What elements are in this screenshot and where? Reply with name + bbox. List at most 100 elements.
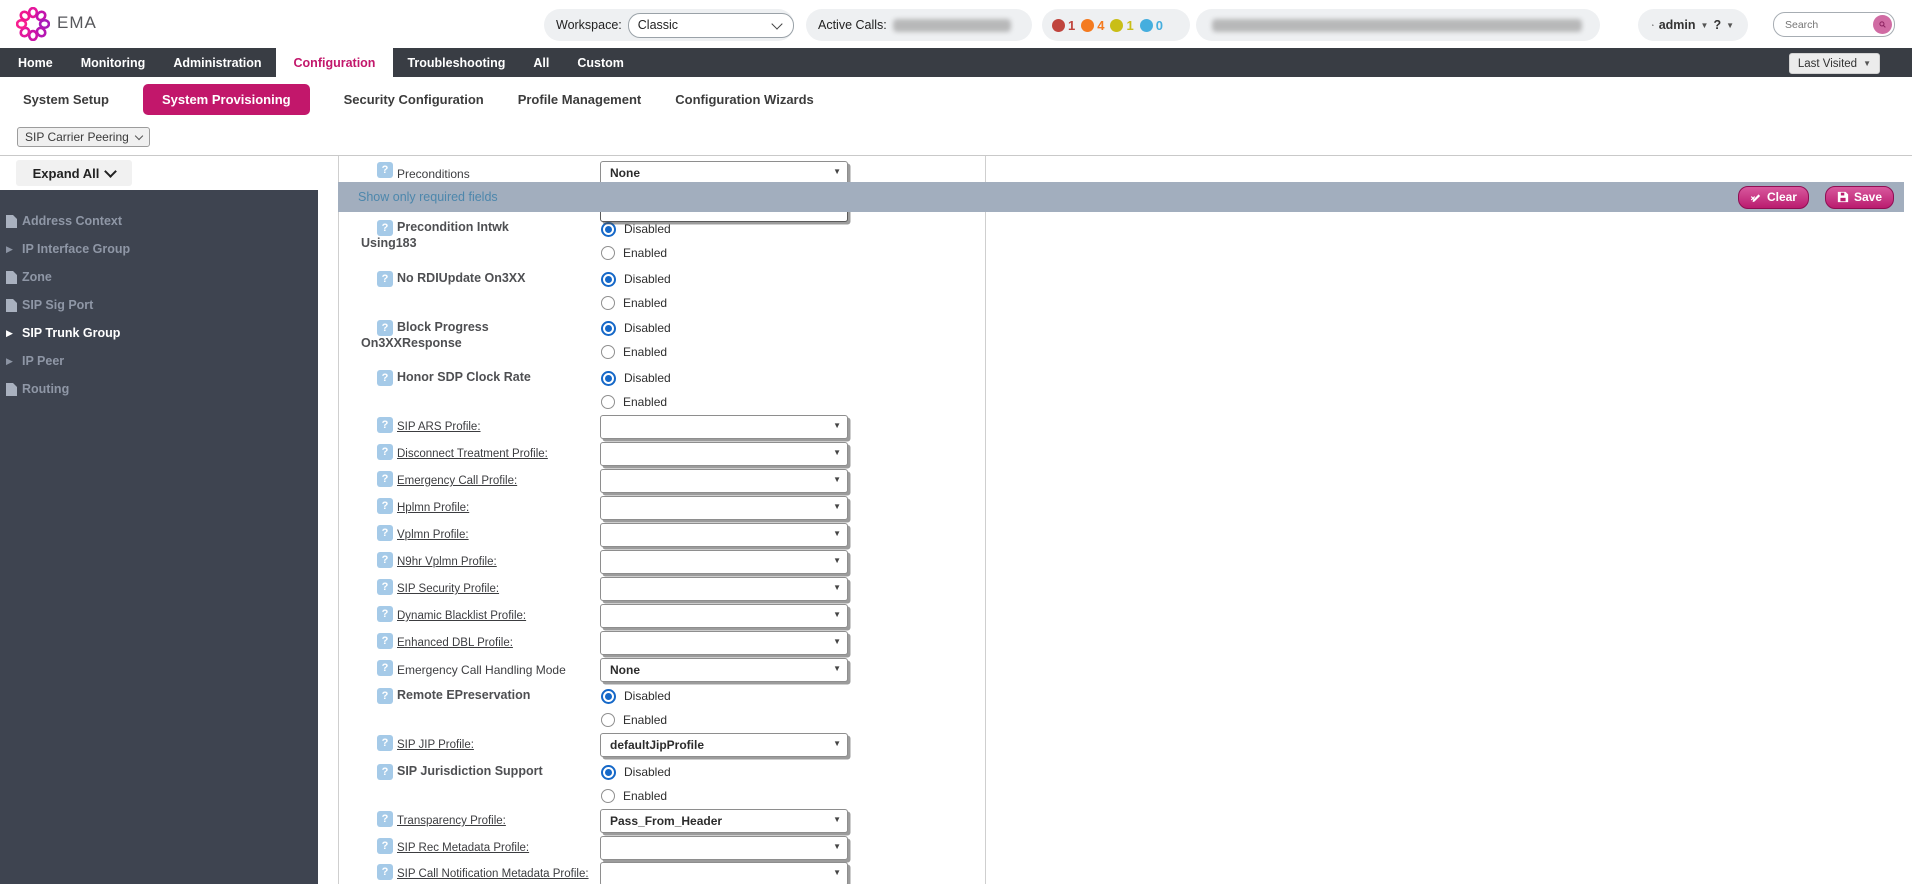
chevron-right-icon[interactable]: ▶ — [6, 356, 17, 367]
dropdown-caret-icon: ▼ — [833, 810, 841, 830]
transparency-profile-dropdown[interactable]: Pass_From_Header▼ — [600, 809, 848, 833]
sip-ars-profile-dropdown[interactable]: ▼ — [600, 415, 848, 439]
form-row-sip-security-profile: ? SIP Security Profile: ▼ — [338, 577, 985, 604]
field-label-link[interactable]: SIP Security Profile: — [361, 581, 599, 597]
search-box — [1773, 12, 1895, 37]
radio-option-enabled[interactable]: Enabled — [601, 295, 667, 311]
radio-option-enabled[interactable]: Enabled — [601, 344, 667, 360]
save-button[interactable]: Save — [1825, 186, 1894, 209]
nav-item-all[interactable]: All — [519, 48, 563, 77]
radio-unselected-icon[interactable] — [601, 296, 615, 310]
chevron-right-icon[interactable]: ▶ — [6, 244, 17, 255]
field-label-link[interactable]: Dynamic Blacklist Profile: — [361, 608, 599, 624]
field-label-link[interactable]: SIP ARS Profile: — [361, 419, 599, 435]
tab-system-provisioning[interactable]: System Provisioning — [143, 84, 310, 115]
last-visited-button[interactable]: Last Visited ▼ — [1789, 53, 1880, 74]
radio-selected-icon[interactable] — [601, 689, 616, 704]
nav-item-configuration[interactable]: Configuration — [276, 48, 394, 77]
field-label-link[interactable]: SIP JIP Profile: — [361, 737, 599, 753]
field-label-link[interactable]: Hplmn Profile: — [361, 500, 599, 516]
tab-configuration-wizards[interactable]: Configuration Wizards — [675, 92, 814, 107]
field-label-link[interactable]: SIP Rec Metadata Profile: — [361, 840, 599, 856]
user-icon — [1652, 18, 1654, 32]
field-label-link[interactable]: N9hr Vplmn Profile: — [361, 554, 599, 570]
radio-option-enabled[interactable]: Enabled — [601, 245, 667, 261]
chevron-down-icon — [135, 132, 143, 140]
hplmn-profile-dropdown[interactable]: ▼ — [600, 496, 848, 520]
field-label: Preconditions — [361, 166, 599, 182]
sidebar-item-routing[interactable]: Routing — [0, 375, 318, 403]
radio-selected-icon[interactable] — [601, 765, 616, 780]
emergency-call-handling-mode-dropdown[interactable]: None▼ — [600, 658, 848, 682]
content-top-divider — [0, 155, 1912, 156]
n9hr-vplmn-profile-dropdown[interactable]: ▼ — [600, 550, 848, 574]
chevron-right-icon[interactable]: ▶ — [6, 328, 17, 339]
file-icon — [6, 215, 17, 228]
user-menu[interactable]: admin ▼ ? ▼ — [1638, 9, 1748, 41]
search-button[interactable] — [1873, 15, 1892, 34]
sidebar-item-sip-sig-port[interactable]: SIP Sig Port — [0, 291, 318, 319]
sidebar-item-zone[interactable]: Zone — [0, 263, 318, 291]
field-label-link[interactable]: Emergency Call Profile: — [361, 473, 599, 489]
nav-item-monitoring[interactable]: Monitoring — [67, 48, 160, 77]
sidebar-item-ip-interface-group[interactable]: ▶ IP Interface Group — [0, 235, 318, 263]
radio-option-disabled[interactable]: Disabled — [601, 370, 671, 386]
field-label-link[interactable]: Transparency Profile: — [361, 813, 599, 829]
radio-unselected-icon[interactable] — [601, 395, 615, 409]
radio-option-disabled[interactable]: Disabled — [601, 320, 671, 336]
sidebar-item-address-context[interactable]: Address Context — [0, 207, 318, 235]
radio-unselected-icon[interactable] — [601, 789, 615, 803]
tab-security-configuration[interactable]: Security Configuration — [344, 92, 484, 107]
field-label-link[interactable]: Disconnect Treatment Profile: — [361, 446, 599, 462]
dropdown-caret-icon: ▼ — [833, 416, 841, 436]
dynamic-blacklist-profile-dropdown[interactable]: ▼ — [600, 604, 848, 628]
radio-option-disabled[interactable]: Disabled — [601, 764, 671, 780]
nav-item-custom[interactable]: Custom — [563, 48, 638, 77]
radio-option-disabled[interactable]: Disabled — [601, 271, 671, 287]
vplmn-profile-dropdown[interactable]: ▼ — [600, 523, 848, 547]
radio-selected-icon[interactable] — [601, 321, 616, 336]
sidebar-item-ip-peer[interactable]: ▶ IP Peer — [0, 347, 318, 375]
radio-option-disabled[interactable]: Disabled — [601, 688, 671, 704]
sip-rec-metadata-profile-dropdown[interactable]: ▼ — [600, 836, 848, 860]
tab-profile-management[interactable]: Profile Management — [518, 92, 642, 107]
enhanced-dbl-profile-dropdown[interactable]: ▼ — [600, 631, 848, 655]
radio-unselected-icon[interactable] — [601, 345, 615, 359]
search-input[interactable] — [1783, 18, 1873, 32]
alarm-summary[interactable]: 1 4 1 0 — [1042, 9, 1190, 41]
sip-jip-profile-dropdown[interactable]: defaultJipProfile▼ — [600, 733, 848, 757]
sidebar-item-sip-trunk-group[interactable]: ▶ SIP Trunk Group — [0, 319, 318, 347]
nav-item-administration[interactable]: Administration — [159, 48, 275, 77]
radio-option-enabled[interactable]: Enabled — [601, 712, 667, 728]
form-row-honor-sdp-clock-rate: ? Honor SDP Clock Rate Disabled Enabled — [338, 369, 985, 419]
nav-item-troubleshooting[interactable]: Troubleshooting — [393, 48, 519, 77]
radio-unselected-icon[interactable] — [601, 713, 615, 727]
disconnect-treatment-profile-dropdown[interactable]: ▼ — [600, 442, 848, 466]
nav-item-home[interactable]: Home — [0, 48, 67, 77]
radio-selected-icon[interactable] — [601, 371, 616, 386]
radio-unselected-icon[interactable] — [601, 246, 615, 260]
help-menu[interactable]: ? — [1713, 18, 1721, 32]
provisioning-category-select[interactable]: SIP Carrier Peering — [17, 127, 150, 147]
sip-security-profile-dropdown[interactable]: ▼ — [600, 577, 848, 601]
clear-button[interactable]: Clear — [1738, 186, 1809, 209]
radio-selected-icon[interactable] — [601, 222, 616, 237]
form-row-sip-call-notification-metadata-profile: ? SIP Call Notification Metadata Profile… — [338, 862, 985, 884]
username: admin — [1659, 18, 1696, 32]
radio-selected-icon[interactable] — [601, 272, 616, 287]
show-required-fields-link[interactable]: Show only required fields — [358, 190, 498, 204]
radio-option-disabled[interactable]: Disabled — [601, 221, 671, 237]
file-icon — [6, 271, 17, 284]
radio-option-enabled[interactable]: Enabled — [601, 788, 667, 804]
radio-option-enabled[interactable]: Enabled — [601, 394, 667, 410]
field-label-link[interactable]: Enhanced DBL Profile: — [361, 635, 599, 651]
tab-system-setup[interactable]: System Setup — [23, 92, 109, 107]
workspace-select[interactable]: Classic — [628, 13, 794, 38]
emergency-call-profile-dropdown[interactable]: ▼ — [600, 469, 848, 493]
field-label-link[interactable]: Vplmn Profile: — [361, 527, 599, 543]
sip-call-notification-metadata-profile-dropdown[interactable]: ▼ — [600, 862, 848, 884]
field-label-link[interactable]: SIP Call Notification Metadata Profile: — [361, 866, 599, 882]
expand-all-button[interactable]: Expand All — [16, 160, 132, 186]
configuration-subnav: System Setup System Provisioning Securit… — [0, 77, 1912, 122]
dropdown-caret-icon: ▼ — [833, 443, 841, 463]
